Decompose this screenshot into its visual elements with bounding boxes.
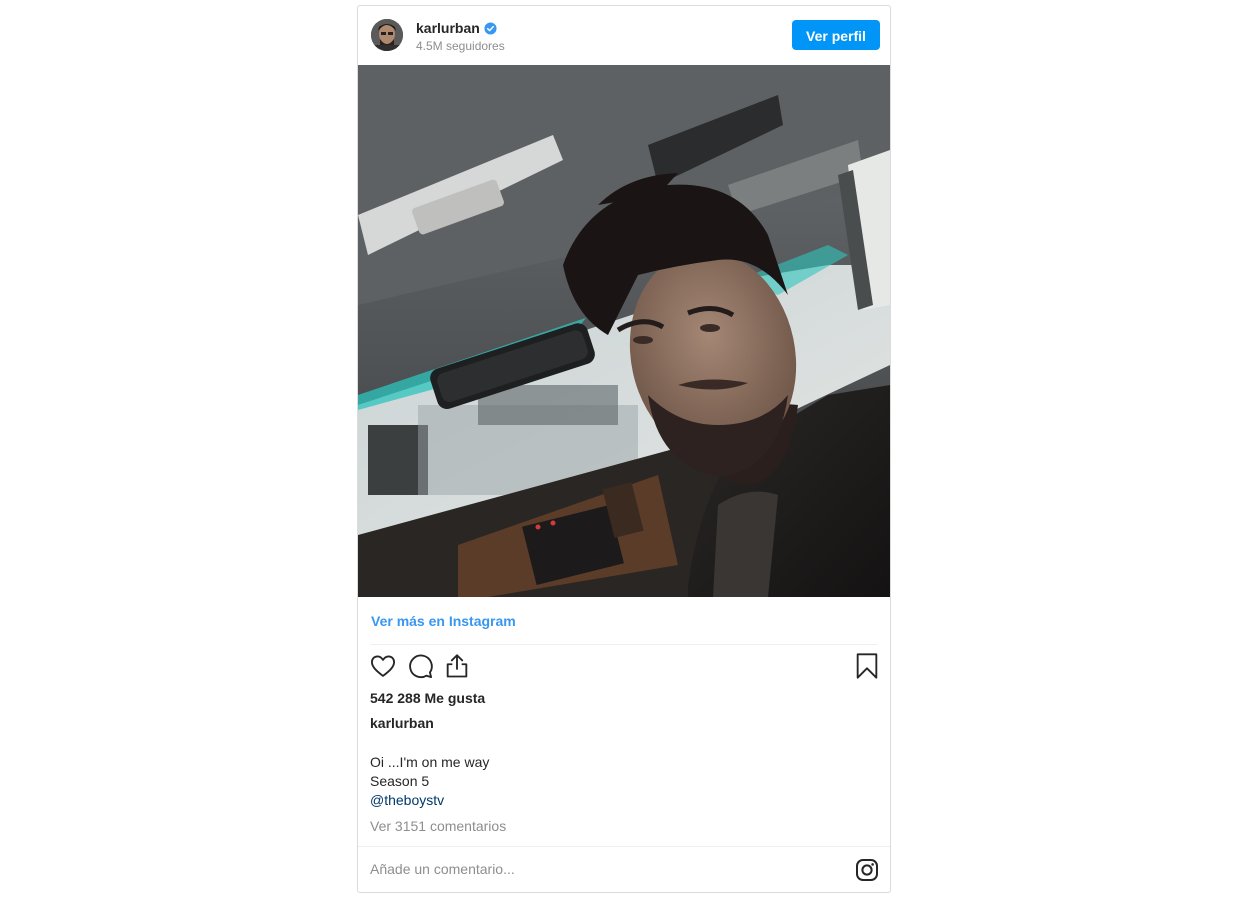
share-icon[interactable] (443, 652, 471, 685)
instagram-embed-card: karlurban 4.5M seguidores Ver perfil Ver… (357, 5, 891, 893)
bookmark-icon[interactable] (854, 652, 880, 685)
caption-line: Season 5 (370, 773, 430, 789)
verified-badge-icon (484, 22, 497, 38)
mention-link[interactable]: @theboystv (370, 791, 489, 810)
username-text[interactable]: karlurban (416, 20, 480, 36)
comment-input[interactable] (370, 861, 810, 877)
caption-line: Oi ...I'm on me way (370, 754, 490, 770)
view-more-on-instagram-link[interactable]: Ver más en Instagram (371, 613, 516, 630)
caption-username[interactable]: karlurban (370, 715, 434, 732)
caption: Oi ...I'm on me way Season 5 @theboystv (370, 753, 489, 810)
username[interactable]: karlurban (416, 20, 497, 38)
comment-footer (358, 846, 890, 892)
instagram-logo-icon[interactable] (855, 858, 879, 887)
like-count[interactable]: 542 288 Me gusta (370, 690, 485, 707)
action-bar (358, 652, 890, 686)
comment-bubble-icon[interactable] (406, 652, 434, 685)
heart-icon[interactable] (369, 652, 397, 685)
divider (370, 644, 878, 645)
follower-count: 4.5M seguidores (416, 39, 505, 53)
avatar[interactable] (371, 19, 403, 51)
view-comments-link[interactable]: Ver 3151 comentarios (370, 818, 506, 835)
post-photo[interactable] (358, 65, 890, 597)
view-profile-button[interactable]: Ver perfil (792, 20, 880, 50)
post-header: karlurban 4.5M seguidores Ver perfil (358, 6, 890, 65)
